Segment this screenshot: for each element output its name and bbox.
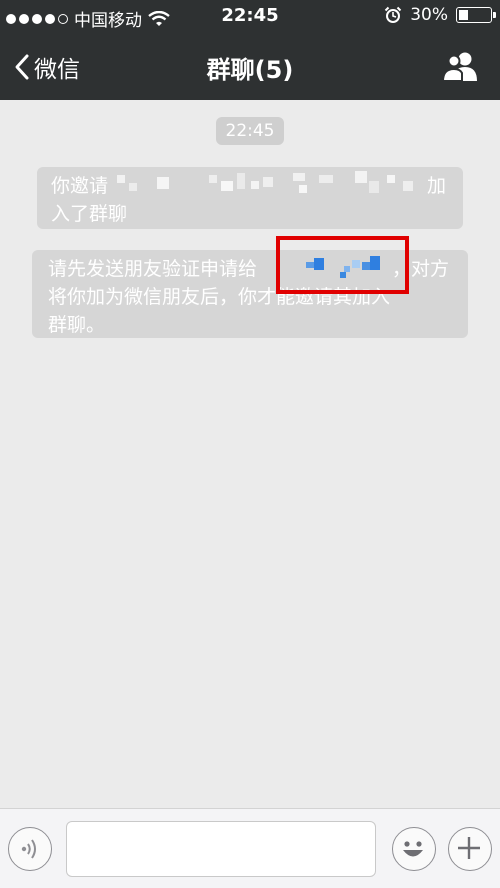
plus-icon — [458, 837, 480, 859]
voice-icon — [21, 839, 36, 859]
alarm-icon — [384, 6, 402, 23]
message-text: 请先发送朋友验证申请给 — [48, 258, 258, 280]
message-text-end: 加 — [427, 175, 447, 197]
system-message-invite: 你邀请 加 入了群聊 — [37, 167, 463, 229]
message-timestamp: 22:45 — [216, 117, 284, 145]
message-text-line3: 群聊。 — [48, 314, 106, 336]
status-right: 30% — [384, 5, 496, 25]
highlight-box — [276, 236, 409, 294]
message-text-line2: 入了群聊 — [51, 203, 128, 225]
emoji-icon — [403, 841, 423, 857]
nav-bar: 微信 群聊(5) — [0, 32, 500, 100]
message-text: 你邀请 — [51, 175, 109, 197]
more-button[interactable] — [448, 827, 492, 871]
page-title: 群聊(5) — [206, 56, 294, 84]
group-members-icon — [441, 52, 477, 82]
input-bar — [0, 808, 500, 888]
voice-button[interactable] — [8, 827, 52, 871]
emoji-button[interactable] — [392, 827, 436, 871]
battery-icon — [456, 7, 496, 23]
message-input[interactable] — [66, 821, 376, 877]
battery-percent: 30% — [410, 5, 448, 25]
status-bar: 中国移动 22:45 30% — [0, 0, 500, 32]
group-info-button[interactable] — [440, 50, 480, 82]
